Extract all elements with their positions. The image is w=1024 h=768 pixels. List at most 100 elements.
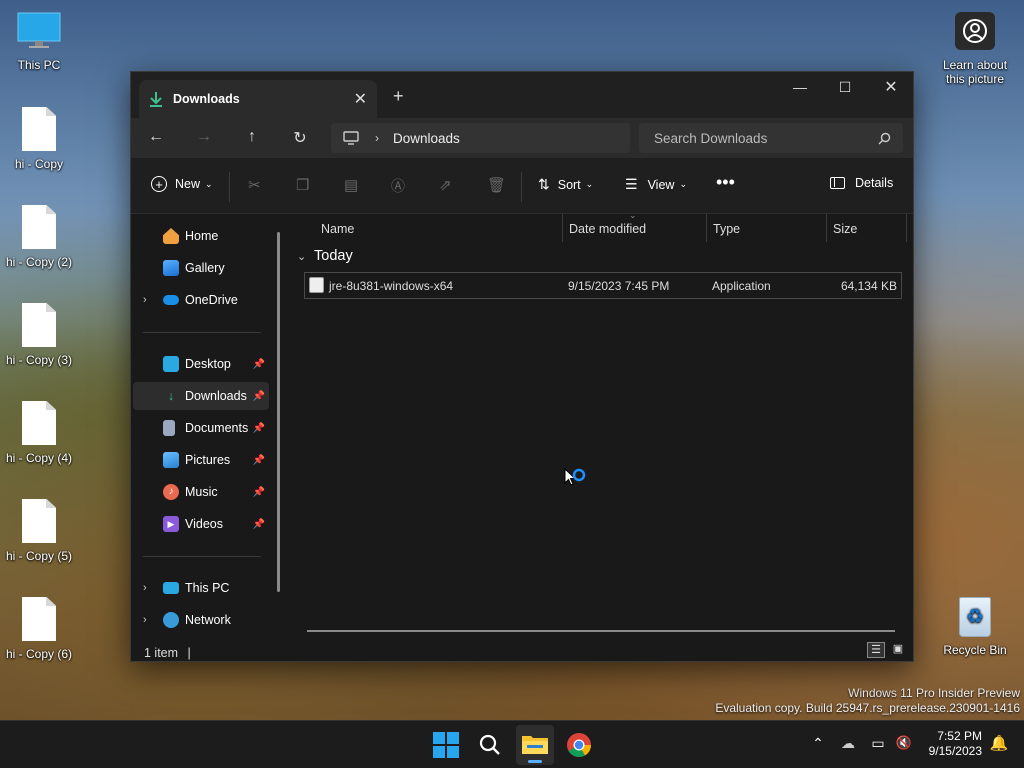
sidebar-item-label: Pictures (185, 453, 231, 467)
back-button[interactable]: ← (145, 128, 167, 150)
recycle-bin-label: Recycle Bin (943, 643, 1007, 657)
sidebar-item-music[interactable]: ♪ Music 📌 (133, 478, 269, 506)
desktop-icon-file[interactable]: hi - Copy (4) (3, 401, 75, 465)
file-date: 9/15/2023 7:45 PM (568, 279, 670, 293)
recycle-bin[interactable]: ♻ Recycle Bin (938, 597, 1012, 657)
videos-icon: ▶ (163, 516, 179, 532)
sidebar-item-label: OneDrive (185, 293, 238, 307)
view-icon: ☰ (625, 176, 638, 192)
sort-label: Sort (557, 177, 581, 192)
chevron-right-icon[interactable]: › (143, 582, 147, 594)
maximize-button[interactable]: ☐ (822, 72, 868, 102)
sidebar-scrollbar[interactable] (277, 232, 280, 592)
chevron-down-icon: ⌄ (679, 179, 687, 189)
desktop-icon-file[interactable]: hi - Copy (5) (3, 499, 75, 563)
sidebar-item-network[interactable]: › Network (133, 606, 269, 634)
windows-logo-icon (433, 732, 459, 758)
view-button[interactable]: ☰ View ⌄ (625, 176, 687, 193)
file-explorer-taskbar-button[interactable] (516, 725, 554, 765)
column-header-name[interactable]: Name (321, 222, 354, 236)
sidebar-item-pictures[interactable]: Pictures 📌 (133, 446, 269, 474)
tiles-view-icon[interactable]: ▣ (889, 642, 907, 658)
watermark-line-2: Evaluation copy. Build 25947.rs_prerelea… (715, 701, 1020, 715)
desktop-icon-this-pc[interactable]: This PC (3, 12, 75, 72)
minimize-button[interactable]: — (777, 72, 823, 102)
sidebar-item-label: Downloads (185, 389, 247, 403)
search-input[interactable]: Search Downloads (639, 123, 903, 153)
sidebar-item-downloads[interactable]: ↓ Downloads 📌 (133, 382, 269, 410)
chevron-right-icon[interactable]: › (143, 294, 147, 306)
sidebar-item-this-pc[interactable]: › This PC (133, 574, 269, 602)
more-options-icon[interactable]: ••• (716, 172, 735, 193)
desktop-icon-label: hi - Copy (2) (5, 255, 73, 269)
file-icon (22, 597, 56, 641)
notification-bell-icon[interactable]: 🔔 (985, 734, 1013, 762)
loading-cursor-icon (564, 467, 588, 495)
file-icon (22, 205, 56, 249)
desktop-icon-label: hi - Copy (5) (5, 549, 73, 563)
home-icon (163, 228, 179, 244)
display-icon[interactable]: ▭ (864, 735, 892, 763)
sidebar-item-label: Gallery (185, 261, 225, 275)
pin-icon: 📌 (252, 486, 265, 498)
desktop-icon-label: hi - Copy (3) (5, 353, 73, 367)
address-bar[interactable]: › Downloads (331, 123, 630, 153)
learn-about-label: Learn about this picture (942, 58, 1008, 86)
plus-circle-icon: + (151, 176, 167, 192)
new-button[interactable]: + New ⌄ (151, 176, 213, 192)
search-icon (878, 132, 891, 144)
start-button[interactable] (433, 732, 461, 760)
paste-icon[interactable]: ▤ (344, 176, 358, 194)
table-row[interactable]: jre-8u381-windows-x64 9/15/2023 7:45 PM … (304, 272, 902, 299)
sidebar-item-gallery[interactable]: Gallery (133, 254, 269, 282)
onedrive-status-icon[interactable]: ☁ (834, 735, 862, 763)
desktop-icon-file[interactable]: hi - Copy (3) (3, 303, 75, 367)
details-button[interactable]: Details (830, 176, 893, 190)
pictures-icon (163, 452, 179, 468)
column-header-date[interactable]: Date modified (569, 222, 646, 236)
show-hidden-icons-button[interactable]: ⌃ (804, 735, 832, 763)
new-label: New (175, 177, 201, 191)
horizontal-scrollbar[interactable] (307, 630, 895, 632)
command-bar: + New ⌄ ✂ ❐ ▤ Ⓐ ⇗ 🗑 ⇅ Sort ⌄ ☰ View ⌄ ••… (131, 158, 913, 214)
close-tab-icon[interactable]: ✕ (354, 89, 367, 109)
address-segment[interactable]: Downloads (393, 131, 460, 146)
learn-about-picture[interactable]: Learn about this picture (938, 12, 1012, 86)
sidebar-item-desktop[interactable]: Desktop 📌 (133, 350, 269, 378)
rename-icon[interactable]: Ⓐ (391, 176, 405, 196)
application-icon (309, 277, 324, 293)
desktop-icon-file[interactable]: hi - Copy (3, 107, 75, 171)
close-window-button[interactable]: ✕ (868, 72, 914, 102)
sidebar-item-documents[interactable]: Documents 📌 (133, 414, 269, 442)
clock[interactable]: 7:52 PM 9/15/2023 (922, 729, 982, 759)
sidebar-item-label: Documents (185, 421, 249, 435)
desktop-icon-label: hi - Copy (14, 157, 64, 171)
search-taskbar-button[interactable] (478, 733, 506, 761)
refresh-button[interactable]: ↻ (289, 128, 311, 150)
sort-button[interactable]: ⇅ Sort ⌄ (538, 176, 593, 193)
column-header-type[interactable]: Type (713, 222, 740, 236)
search-placeholder: Search Downloads (654, 130, 768, 146)
chevron-right-icon[interactable]: › (143, 614, 147, 626)
desktop-icon-file[interactable]: hi - Copy (6) (3, 597, 75, 661)
chrome-taskbar-button[interactable] (566, 732, 594, 760)
tab-downloads[interactable]: Downloads ✕ (139, 80, 377, 118)
sidebar-item-home[interactable]: Home (133, 222, 269, 250)
sidebar-item-label: This PC (185, 581, 230, 595)
volume-muted-icon[interactable]: 🔇 (890, 735, 918, 763)
desktop-icon-file[interactable]: hi - Copy (2) (3, 205, 75, 269)
delete-icon[interactable]: 🗑 (487, 176, 506, 194)
group-header-today[interactable]: ⌄ Today (297, 248, 353, 264)
details-view-icon[interactable]: ☰ (867, 642, 885, 658)
share-icon[interactable]: ⇗ (439, 176, 452, 194)
search-icon (479, 734, 500, 755)
onedrive-icon (163, 295, 179, 305)
sidebar-item-onedrive[interactable]: › OneDrive (133, 286, 269, 314)
up-button[interactable]: ↑ (241, 128, 263, 150)
new-tab-button[interactable]: + (393, 86, 404, 107)
copy-icon[interactable]: ❐ (296, 176, 309, 194)
cut-icon[interactable]: ✂ (248, 176, 261, 194)
sidebar-item-videos[interactable]: ▶ Videos 📌 (133, 510, 269, 538)
forward-button[interactable]: → (193, 128, 215, 150)
column-header-size[interactable]: Size (833, 222, 857, 236)
